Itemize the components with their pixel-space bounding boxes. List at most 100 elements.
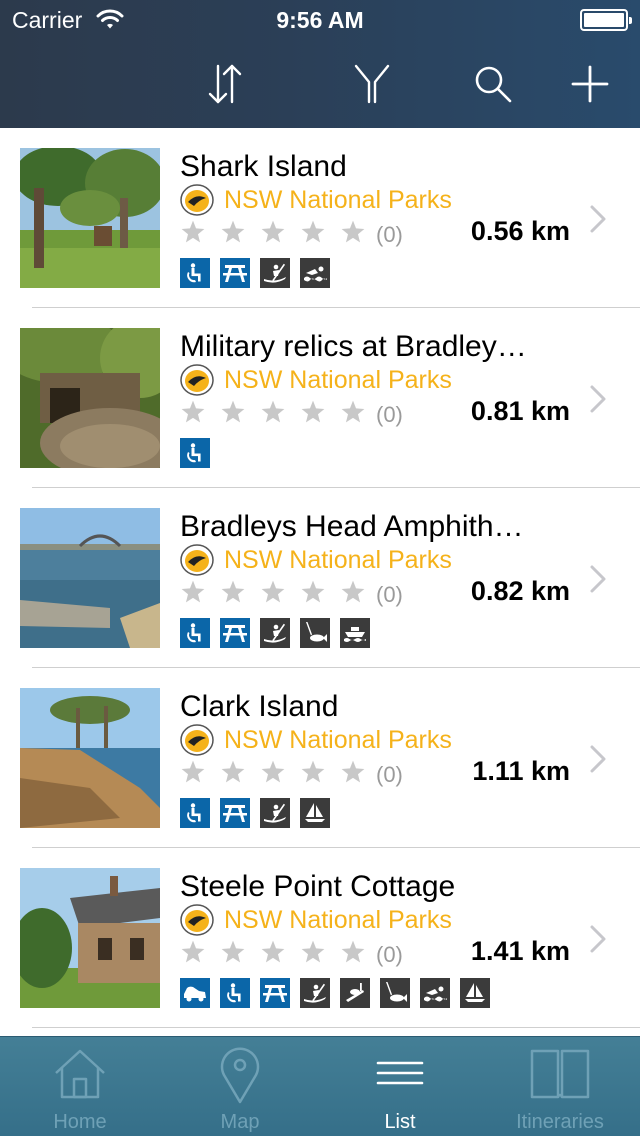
nsw-parks-logo-icon bbox=[180, 184, 214, 216]
place-title: Steele Point Cottage bbox=[180, 870, 456, 903]
amenity-icons bbox=[180, 978, 500, 1008]
place-photo bbox=[20, 868, 160, 1008]
sort-button[interactable] bbox=[195, 56, 255, 112]
place-title: Bradleys Head Amphith… bbox=[180, 510, 524, 543]
star-icon bbox=[180, 759, 220, 785]
star-icon bbox=[340, 399, 380, 425]
filter-button[interactable] bbox=[342, 56, 402, 112]
nsw-parks-logo-icon bbox=[180, 364, 214, 396]
review-count: (0) bbox=[376, 942, 403, 967]
list-item-shark-island[interactable]: Shark Island NSW National Parks (0) 0.56… bbox=[0, 128, 640, 308]
row-divider bbox=[32, 1027, 640, 1028]
star-rating: (0) bbox=[180, 576, 403, 608]
accessible-icon bbox=[180, 798, 210, 828]
tab-map[interactable]: Map bbox=[160, 1037, 320, 1136]
picnic-table-icon bbox=[220, 258, 250, 288]
star-rating: (0) bbox=[180, 756, 403, 788]
tab-label: Home bbox=[53, 1111, 107, 1133]
chevron-right-icon bbox=[588, 204, 608, 239]
search-icon bbox=[475, 66, 512, 103]
review-count: (0) bbox=[376, 402, 403, 427]
status-time: 9:56 AM bbox=[276, 7, 364, 33]
amenity-icons bbox=[180, 438, 220, 468]
kayak-icon bbox=[260, 798, 290, 828]
star-icon bbox=[220, 939, 260, 965]
navigation-header: Carrier 9:56 AM bbox=[0, 0, 640, 128]
star-icon bbox=[220, 399, 260, 425]
distance: 0.82 km bbox=[470, 576, 570, 606]
chevron-right-icon bbox=[588, 564, 608, 599]
accessible-icon bbox=[180, 618, 210, 648]
accessible-icon bbox=[180, 258, 210, 288]
status-bar: Carrier 9:56 AM bbox=[0, 0, 640, 40]
provider-name: NSW National Parks bbox=[224, 545, 452, 574]
place-photo bbox=[20, 328, 160, 468]
places-list[interactable]: Shark Island NSW National Parks (0) 0.56… bbox=[0, 128, 640, 1036]
star-icon bbox=[260, 219, 300, 245]
star-icon bbox=[340, 579, 380, 605]
chevron-right-icon bbox=[588, 384, 608, 419]
accessible-icon bbox=[220, 978, 250, 1008]
star-rating: (0) bbox=[180, 216, 403, 248]
fishing-icon bbox=[300, 618, 330, 648]
tab-label: List bbox=[384, 1111, 416, 1133]
kayak-icon bbox=[260, 258, 290, 288]
add-icon bbox=[571, 65, 609, 103]
place-title: Clark Island bbox=[180, 690, 339, 723]
battery-icon bbox=[580, 9, 632, 31]
star-icon bbox=[180, 939, 220, 965]
tab-itineraries[interactable]: Itineraries bbox=[480, 1037, 640, 1136]
star-icon bbox=[300, 399, 340, 425]
star-icon bbox=[220, 579, 260, 605]
home-icon bbox=[0, 1045, 160, 1101]
picnic-table-icon bbox=[220, 798, 250, 828]
kayak-icon bbox=[260, 618, 290, 648]
star-icon bbox=[260, 399, 300, 425]
amenity-icons bbox=[180, 258, 340, 288]
tab-bar: Home Map List Itineraries bbox=[0, 1036, 640, 1136]
distance: 0.81 km bbox=[470, 396, 570, 426]
star-icon bbox=[340, 759, 380, 785]
snorkel-icon bbox=[340, 978, 370, 1008]
provider: NSW National Parks bbox=[180, 724, 452, 756]
place-title: Military relics at Bradley… bbox=[180, 330, 527, 363]
star-icon bbox=[300, 939, 340, 965]
list-icon bbox=[320, 1045, 480, 1101]
provider-name: NSW National Parks bbox=[224, 365, 452, 394]
list-item-steele-point-cottage[interactable]: Steele Point Cottage NSW National Parks … bbox=[0, 848, 640, 1028]
list-item-bradleys-head[interactable]: Bradleys Head Amphith… NSW National Park… bbox=[0, 488, 640, 668]
sailing-icon bbox=[460, 978, 490, 1008]
kayak-icon bbox=[300, 978, 330, 1008]
star-icon bbox=[220, 759, 260, 785]
star-icon bbox=[180, 399, 220, 425]
provider: NSW National Parks bbox=[180, 364, 452, 396]
star-icon bbox=[180, 579, 220, 605]
star-rating: (0) bbox=[180, 396, 403, 428]
tab-home[interactable]: Home bbox=[0, 1037, 160, 1136]
place-photo bbox=[20, 508, 160, 648]
filter-icon bbox=[354, 64, 390, 104]
star-rating: (0) bbox=[180, 936, 403, 968]
review-count: (0) bbox=[376, 582, 403, 607]
star-icon bbox=[340, 219, 380, 245]
distance: 1.11 km bbox=[472, 756, 570, 786]
sailing-icon bbox=[300, 798, 330, 828]
nsw-parks-logo-icon bbox=[180, 724, 214, 756]
list-item-clark-island[interactable]: Clark Island NSW National Parks (0) 1.11… bbox=[0, 668, 640, 848]
fishing-icon bbox=[380, 978, 410, 1008]
tab-list[interactable]: List bbox=[320, 1037, 480, 1136]
add-button[interactable] bbox=[560, 56, 620, 112]
search-button[interactable] bbox=[463, 56, 523, 112]
nsw-parks-logo-icon bbox=[180, 904, 214, 936]
review-count: (0) bbox=[376, 762, 403, 787]
amenity-icons bbox=[180, 618, 380, 648]
chevron-right-icon bbox=[588, 744, 608, 779]
book-icon bbox=[480, 1045, 640, 1101]
star-icon bbox=[260, 579, 300, 605]
list-item-military-relics[interactable]: Military relics at Bradley… NSW National… bbox=[0, 308, 640, 488]
boat-icon bbox=[340, 618, 370, 648]
amenity-icons bbox=[180, 798, 340, 828]
map-pin-icon bbox=[160, 1045, 320, 1105]
place-photo bbox=[20, 688, 160, 828]
provider-name: NSW National Parks bbox=[224, 725, 452, 754]
